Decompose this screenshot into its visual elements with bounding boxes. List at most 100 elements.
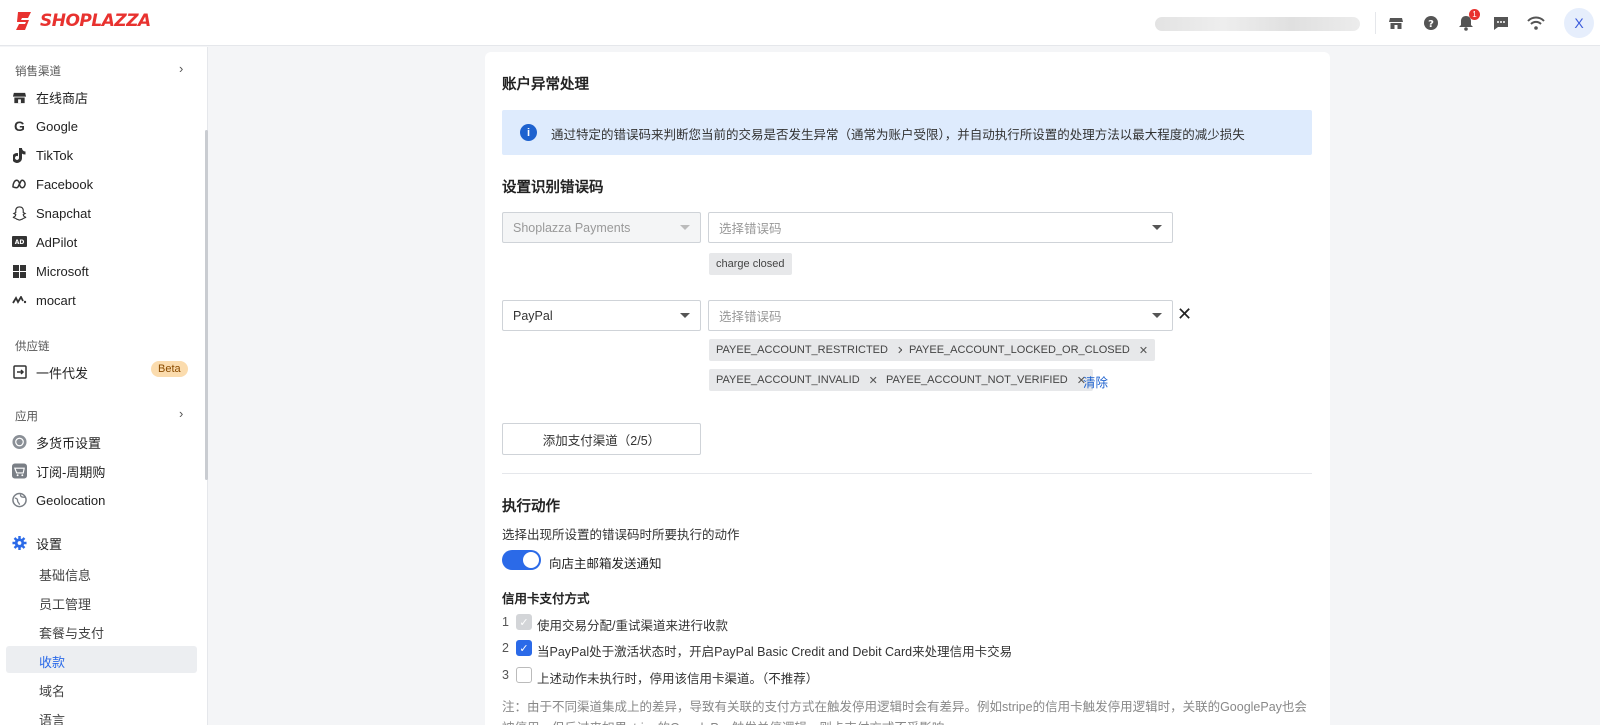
add-channel-button[interactable]: 添加支付渠道（2/5）	[502, 423, 701, 455]
sidebar-subitem-plan-billing[interactable]: 套餐与支付	[39, 623, 104, 642]
section-divider	[502, 473, 1312, 474]
tag-label: PAYEE_ACCOUNT_INVALID	[716, 374, 860, 386]
brand-name: SHOPLAZZA	[40, 11, 151, 31]
caret-down-icon	[1152, 313, 1162, 318]
option-checkbox-3[interactable]	[516, 667, 532, 683]
caret-down-icon	[680, 313, 690, 318]
sales-channels-title: 销售渠道	[15, 66, 61, 78]
svg-text:AD: AD	[15, 239, 25, 246]
email-notify-toggle[interactable]	[502, 550, 541, 570]
toggle-knob	[523, 552, 539, 568]
bell-icon[interactable]: 1	[1456, 9, 1480, 33]
toggle-label: 向店主邮箱发送通知	[549, 557, 662, 571]
sidebar-item-adpilot[interactable]: AD AdPilot	[12, 231, 77, 253]
remove-row-close-icon[interactable]: ✕	[1177, 305, 1192, 323]
clear-link[interactable]: 清除	[1083, 372, 1108, 391]
page-title: 账户异常处理	[502, 77, 589, 93]
svg-text:?: ?	[1428, 19, 1434, 30]
sidebar-item-label: Microsoft	[36, 263, 89, 279]
sidebar-item-label: 在线商店	[36, 90, 89, 106]
sidebar-scrollbar[interactable]	[205, 130, 208, 480]
store-name-blurred	[1155, 17, 1360, 31]
sidebar-subitem-languages[interactable]: 语言	[39, 710, 65, 725]
alert-text: 通过特定的错误码来判断您当前的交易是否发生异常（通常为账户受限），并自动执行所设…	[551, 128, 1245, 142]
sidebar-item-settings[interactable]: 设置	[12, 532, 62, 554]
sidebar-item-microsoft[interactable]: Microsoft	[12, 260, 89, 282]
option-checkbox-2[interactable]: ✓	[516, 640, 532, 656]
error-code-placeholder: 选择错误码	[719, 310, 782, 324]
error-code-select-1[interactable]: 选择错误码	[708, 212, 1173, 243]
sidebar-subitem-staff[interactable]: 员工管理	[39, 594, 91, 613]
sidebar-subitem-payments[interactable]: 收款	[39, 652, 65, 671]
avatar[interactable]: X	[1564, 8, 1594, 38]
adpilot-icon: AD	[12, 235, 27, 250]
sidebar-item-label: Google	[36, 118, 78, 134]
sidebar-item-multicurrency[interactable]: 多货币设置	[12, 431, 101, 453]
sidebar-item-label: 设置	[36, 536, 63, 552]
sidebar-item-facebook[interactable]: Facebook	[12, 173, 93, 195]
sidebar-item-label: TikTok	[36, 147, 74, 163]
error-code-tag: PAYEE_ACCOUNT_RESTRICTED ✕	[709, 339, 914, 361]
tag-label: PAYEE_ACCOUNT_LOCKED_OR_CLOSED	[909, 344, 1130, 356]
sidebar-item-label: AdPilot	[36, 234, 78, 250]
info-icon: i	[520, 124, 537, 141]
google-icon: G	[14, 118, 25, 134]
tag-label: PAYEE_ACCOUNT_NOT_VERIFIED	[886, 374, 1068, 386]
wifi-icon[interactable]	[1526, 13, 1546, 33]
card-payment-title: 信用卡支付方式	[502, 592, 590, 606]
store-icon[interactable]	[1386, 13, 1406, 33]
sidebar-item-label: 订阅-周期购	[36, 464, 106, 480]
sidebar-item-label: Facebook	[36, 176, 94, 192]
tag-remove-icon[interactable]: ✕	[1139, 344, 1148, 357]
channel-select-1: Shoplazza Payments	[502, 212, 701, 243]
chevron-right-icon[interactable]: ›	[179, 406, 183, 421]
apps-title: 应用	[15, 411, 38, 423]
action-description: 选择出现所设置的错误码时所要执行的动作	[502, 528, 740, 542]
sidebar-item-snapchat[interactable]: Snapchat	[12, 202, 91, 224]
error-code-select-2[interactable]: 选择错误码	[708, 300, 1173, 331]
sidebar-item-dropship[interactable]: 一件代发	[12, 361, 88, 383]
geolocation-icon	[12, 492, 27, 508]
meta-icon	[12, 177, 27, 192]
mocart-icon	[12, 293, 27, 308]
sidebar-item-geolocation[interactable]: Geolocation	[12, 489, 105, 511]
snapchat-icon	[12, 205, 27, 221]
top-bar: SHOPLAZZA ? 1 X	[0, 0, 1600, 46]
sidebar-item-google[interactable]: G Google	[12, 115, 78, 137]
chat-icon[interactable]	[1491, 13, 1511, 33]
sidebar-subitem-domains[interactable]: 域名	[39, 681, 65, 700]
caret-down-icon	[680, 225, 690, 230]
action-section-title: 执行动作	[502, 499, 560, 515]
tag-label: charge closed	[716, 258, 785, 270]
tag-remove-icon[interactable]: ✕	[869, 374, 878, 387]
channel-select-value: PayPal	[513, 308, 553, 323]
sidebar-item-subscription[interactable]: 订阅-周期购	[12, 460, 105, 482]
tiktok-icon	[12, 147, 27, 163]
chevron-right-icon[interactable]: ›	[179, 61, 183, 76]
error-code-section-title: 设置识别错误码	[502, 180, 604, 196]
sidebar-subitem-basic-info[interactable]: 基础信息	[39, 565, 91, 584]
help-icon[interactable]: ?	[1421, 13, 1441, 33]
channel-select-2[interactable]: PayPal	[502, 300, 701, 331]
sidebar-item-tiktok[interactable]: TikTok	[12, 144, 73, 166]
note-text: 注：由于不同渠道集成上的差异，导致有关联的支付方式在触发停用逻辑时会有差异。例如…	[502, 700, 1307, 725]
shoplazza-logo[interactable]: SHOPLAZZA	[14, 10, 151, 32]
option-label: 当PayPal处于激活状态时，开启PayPal Basic Credit and…	[537, 645, 1013, 659]
sidebar-item-online-store[interactable]: 在线商店	[12, 86, 88, 108]
microsoft-icon	[12, 264, 27, 279]
store-icon	[12, 90, 27, 105]
gear-icon	[12, 535, 27, 551]
beta-badge: Beta	[151, 361, 188, 377]
sidebar-item-mocart[interactable]: mocart	[12, 289, 76, 311]
channel-select-value: Shoplazza Payments	[513, 220, 631, 235]
sidebar-item-label: mocart	[36, 292, 76, 308]
logo-mark-icon	[16, 12, 31, 30]
option-checkbox-1: ✓	[516, 614, 532, 630]
option-number: 2	[502, 641, 509, 655]
top-divider	[1375, 12, 1376, 34]
info-alert: i 通过特定的错误码来判断您当前的交易是否发生异常（通常为账户受限），并自动执行…	[502, 110, 1312, 155]
sidebar-item-label: Geolocation	[36, 492, 106, 508]
option-label: 使用交易分配/重试渠道来进行收款	[537, 619, 728, 633]
active-item-highlight	[6, 646, 197, 673]
option-label: 上述动作未执行时，停用该信用卡渠道。（不推荐）	[537, 672, 819, 686]
